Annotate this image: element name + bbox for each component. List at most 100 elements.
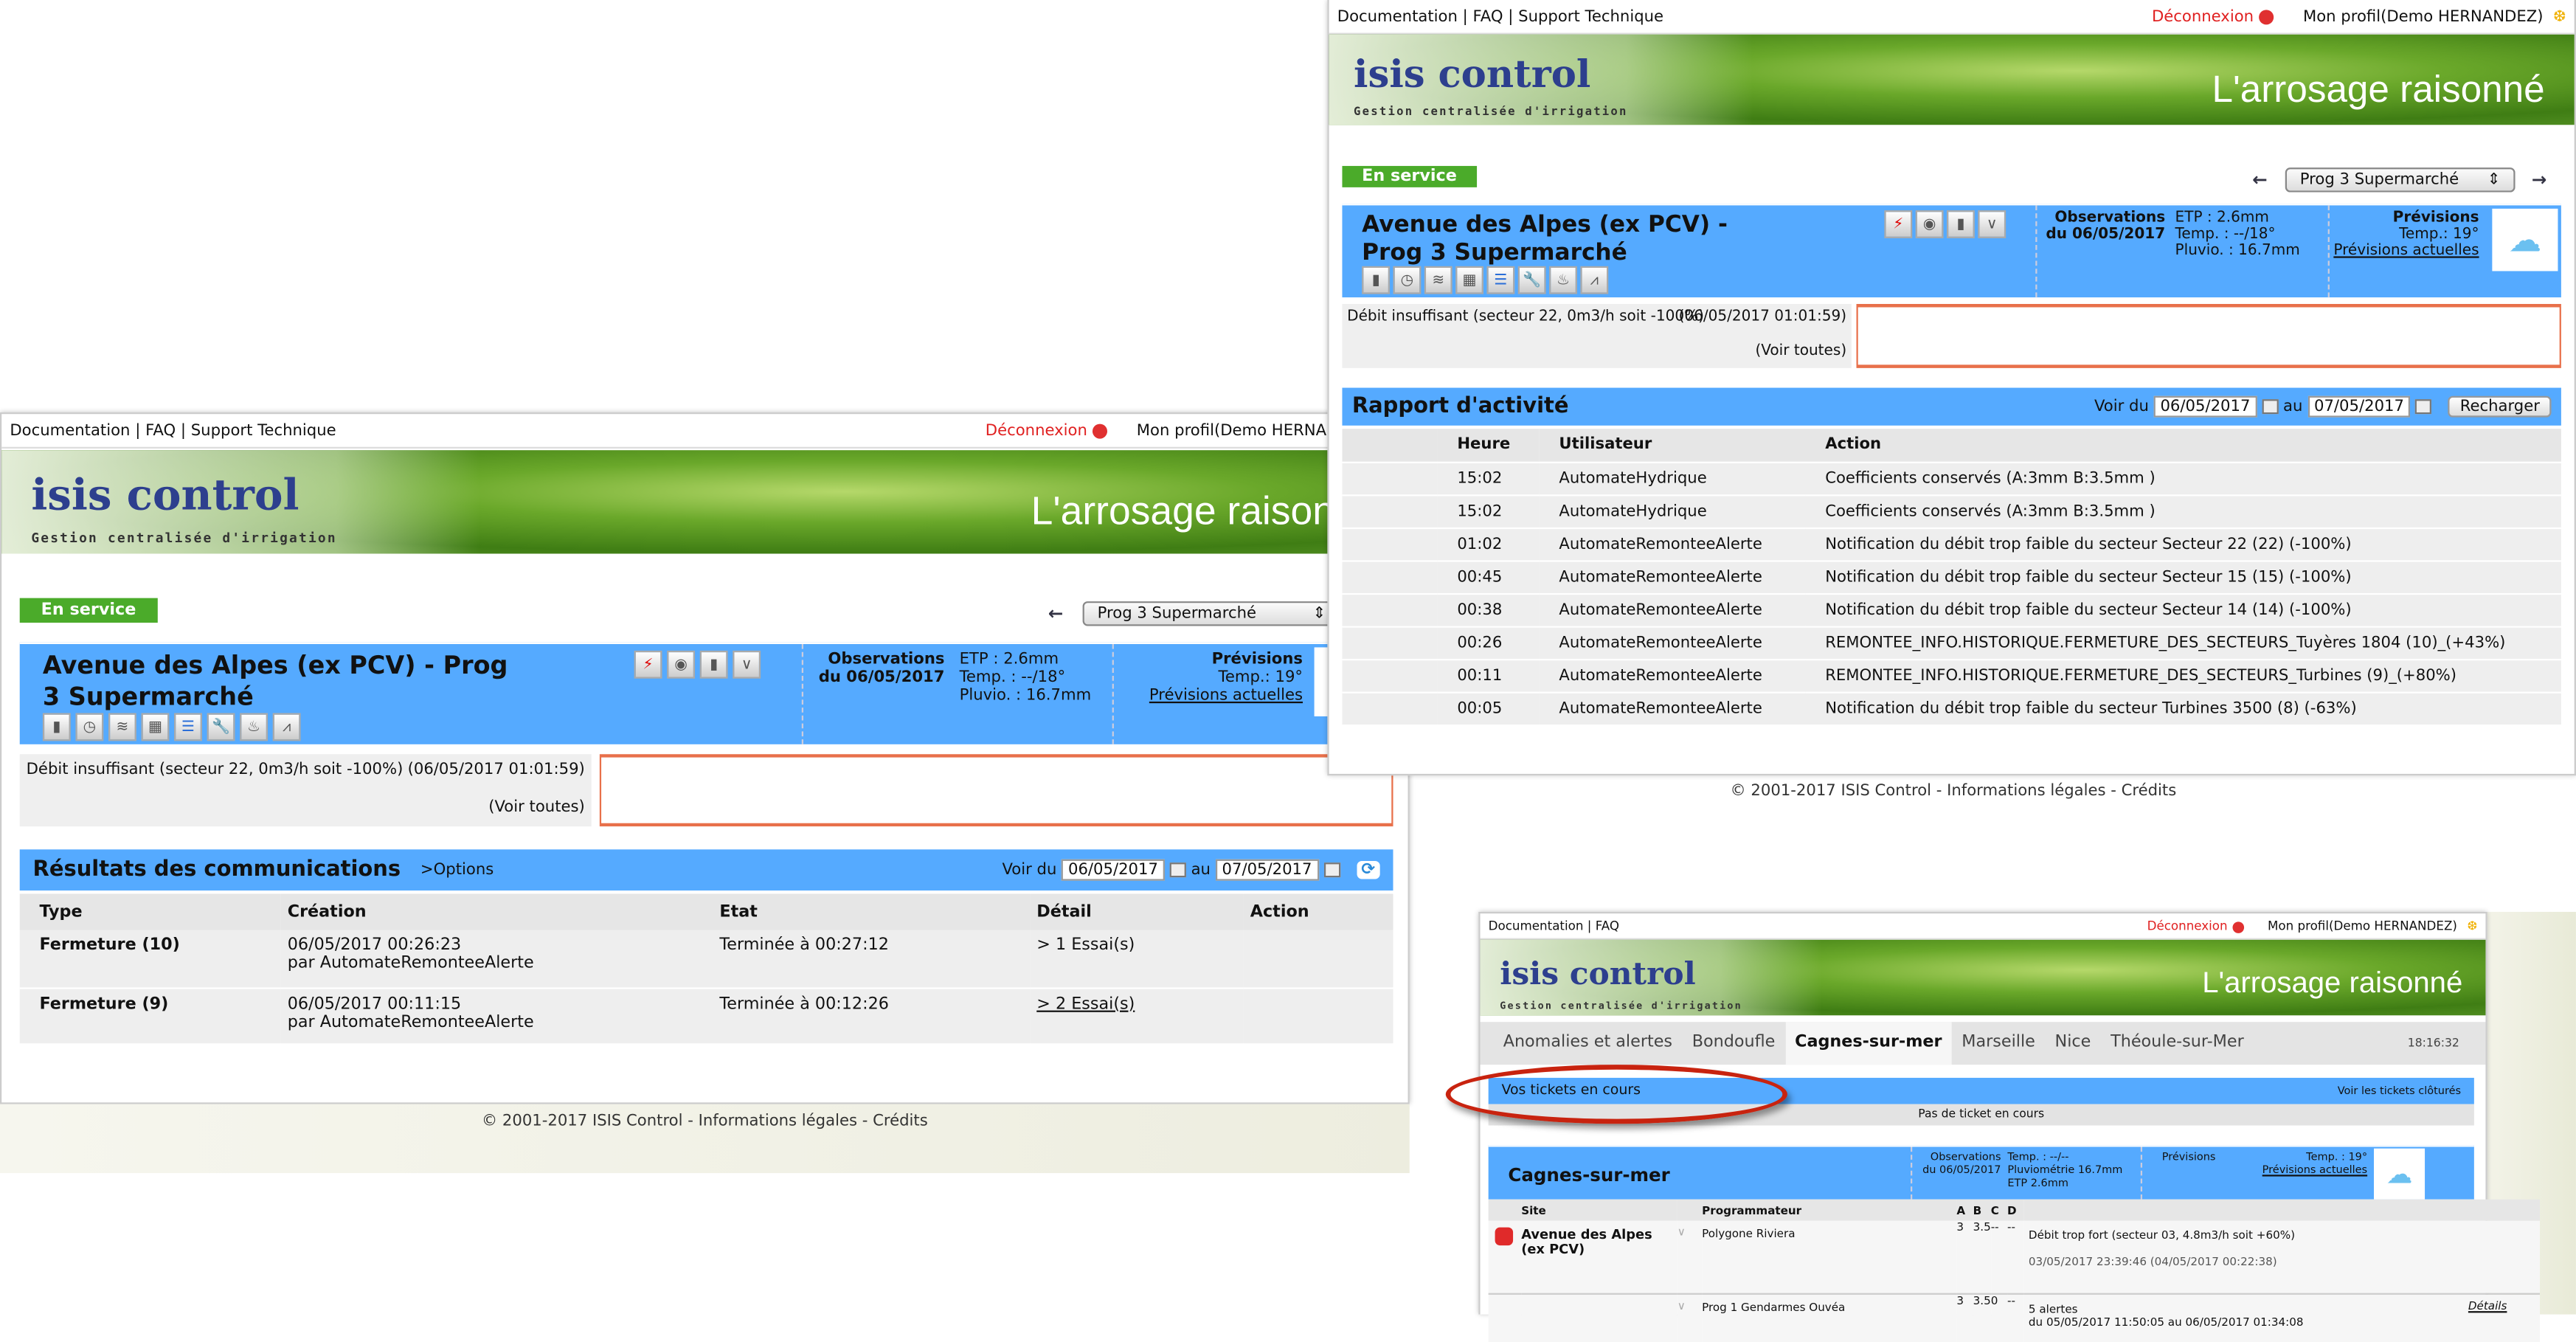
cell-action: Notification du débit trop faible du sec…	[1825, 534, 2352, 553]
date-to-input[interactable]: 07/05/2017	[1215, 859, 1319, 881]
logout-link[interactable]: Déconnexion	[2152, 7, 2274, 26]
documentation-link[interactable]: Documentation	[1337, 7, 1458, 25]
eye-icon[interactable]: ◉	[667, 650, 696, 679]
cell-utilisateur: AutomateRemonteeAlerte	[1559, 567, 1762, 586]
ri-icon[interactable]: ▦	[1455, 266, 1483, 294]
logout-link[interactable]: Déconnexion	[986, 421, 1107, 440]
documentation-link[interactable]: Documentation	[10, 421, 130, 439]
service-status-button[interactable]: En service	[1342, 165, 1477, 187]
faq-link[interactable]: FAQ	[145, 421, 176, 439]
profile-link[interactable]: Mon profil(Demo HERNANDEZ)	[2268, 919, 2457, 933]
tab-cagnes-sur-mer[interactable]: Cagnes-sur-mer	[1784, 1022, 1952, 1065]
logo: isis control Gestion centralisée d'irriga…	[31, 471, 337, 546]
logout-link[interactable]: Déconnexion	[2147, 919, 2244, 933]
forecast-link[interactable]: Prévisions actuelles	[2333, 243, 2479, 260]
refresh-icon[interactable]: ⟳	[1356, 860, 1380, 879]
list-icon[interactable]: ☰	[174, 713, 202, 741]
observations: Observations du 06/05/2017 ETP : 2.6mm Tem…	[801, 643, 1112, 744]
table-row: 00:11 AutomateRemonteeAlerte REMONTEE_INFO…	[1342, 659, 2561, 692]
clock-icon[interactable]: ◷	[1393, 266, 1422, 294]
prev-arrow-icon[interactable]: ←	[2252, 169, 2268, 190]
next-arrow-icon[interactable]: →	[2532, 169, 2547, 190]
programmer-select[interactable]: Prog 3 Supermarché ⇕	[1082, 601, 1341, 626]
remote-unit-icon[interactable]: ▮	[1946, 210, 1975, 238]
programmer-select[interactable]: Prog 3 Supermarché ⇕	[2285, 167, 2516, 193]
table-row: Avenue des Alpes (ex PCV) ∨ Polygone Rivie…	[1488, 1220, 2540, 1293]
profile-link[interactable]: Mon profil(Demo HERNANDEZ)	[2303, 7, 2543, 25]
forecast-link[interactable]: Prévisions actuelles	[1149, 687, 1303, 705]
col-heure: Heure	[1437, 429, 1540, 462]
activity-bar: Rapport d'activité Voir du 06/05/2017 au 0…	[1342, 387, 2561, 426]
col-etat: Etat	[713, 893, 1031, 930]
power-220v-icon[interactable]: ⚡	[634, 650, 662, 679]
chart-icon[interactable]: ⩘	[1580, 266, 1609, 294]
programmer-name[interactable]: Prog 1 Gendarmes Ouvéa	[1702, 1293, 1956, 1342]
wifi-icon[interactable]: ≋	[1424, 266, 1453, 294]
closed-tickets-link[interactable]: Voir les tickets clôturés	[2338, 1085, 2461, 1098]
faq-link[interactable]: FAQ	[1596, 919, 1619, 933]
remote-unit-icon[interactable]: ▮	[699, 650, 728, 679]
attempts-link[interactable]: > 2 Essai(s)	[1036, 995, 1135, 1012]
programmer-name[interactable]: Polygone Riviera	[1702, 1221, 1956, 1293]
list-icon[interactable]: ☰	[1486, 266, 1515, 294]
attempts-link[interactable]: > 1 Essai(s)	[1030, 930, 1244, 987]
tagline: L'arrosage raisonné	[2212, 67, 2545, 111]
separator: |	[180, 421, 186, 440]
site-title: Avenue des Alpes (ex PCV) - Prog 3 Super…	[42, 650, 508, 712]
see-all-alerts-link[interactable]: (Voir toutes)	[488, 798, 585, 816]
table-row: Fermeture (9) 06/05/2017 00:11:15 par Auto…	[19, 987, 1393, 1044]
cell-heure: 15:02	[1457, 468, 1503, 488]
ri-icon[interactable]: ▦	[141, 713, 170, 741]
cell-action: Notification du débit trop faible du sec…	[1825, 600, 2352, 619]
cell-utilisateur: AutomateRemonteeAlerte	[1559, 666, 1762, 685]
tab-marseille[interactable]: Marseille	[1952, 1022, 2045, 1065]
remote-unit-icon[interactable]: ▮	[1362, 266, 1391, 294]
tab-anomalies-et-alertes[interactable]: Anomalies et alertes	[1493, 1022, 1682, 1065]
gprs-icon[interactable]: ∨	[733, 650, 761, 679]
service-status-button[interactable]: En service	[19, 598, 158, 623]
cell-heure: 01:02	[1457, 534, 1503, 553]
flame-icon[interactable]: ♨	[240, 713, 269, 741]
remote-unit-icon[interactable]: ▮	[42, 713, 71, 741]
col-action: Action	[1243, 893, 1393, 930]
gprs-icon[interactable]: ∨	[1978, 210, 2007, 238]
wifi-icon[interactable]: ≋	[108, 713, 136, 741]
calendar-icon[interactable]	[2262, 399, 2279, 415]
options-link[interactable]: >Options	[420, 861, 494, 879]
clock-icon[interactable]: ◷	[75, 713, 104, 741]
weather-cloud-sun-icon: ☁	[2374, 1148, 2426, 1200]
wrench-icon[interactable]: 🔧	[207, 713, 235, 741]
cell-utilisateur: AutomateRemonteeAlerte	[1559, 600, 1762, 619]
site-header: Avenue des Alpes (ex PCV) - Prog 3 Super…	[19, 642, 1393, 744]
cell-action: Coefficients conservés (A:3mm B:3.5mm )	[1825, 502, 2156, 520]
eye-icon[interactable]: ◉	[1915, 210, 1944, 238]
see-all-alerts-link[interactable]: (Voir toutes)	[1755, 343, 1846, 359]
section-title: Rapport d'activité	[1351, 394, 1569, 419]
tab-th-oule-sur-mer[interactable]: Théoule-sur-Mer	[2101, 1022, 2254, 1065]
date-from-input[interactable]: 06/05/2017	[1062, 859, 1165, 881]
power-220v-icon[interactable]: ⚡	[1884, 210, 1913, 238]
details-link[interactable]: Détails	[2468, 1298, 2507, 1312]
support-link[interactable]: Support Technique	[1518, 7, 1663, 25]
walker-icon: ❆	[2552, 7, 2566, 26]
faq-link[interactable]: FAQ	[1473, 7, 1503, 25]
tab-nice[interactable]: Nice	[2045, 1022, 2101, 1065]
wrench-icon[interactable]: 🔧	[1517, 266, 1546, 294]
flame-icon[interactable]: ♨	[1549, 266, 1577, 294]
date-to-input[interactable]: 07/05/2017	[2307, 395, 2411, 418]
tab-bondoufle[interactable]: Bondoufle	[1682, 1022, 1784, 1065]
reload-button[interactable]: Recharger	[2448, 395, 2552, 418]
documentation-link[interactable]: Documentation	[1489, 919, 1584, 933]
support-link[interactable]: Support Technique	[191, 421, 336, 439]
cell-heure: 00:05	[1457, 699, 1503, 718]
cell-utilisateur: AutomateHydrique	[1559, 468, 1707, 488]
calendar-icon[interactable]	[1169, 862, 1186, 878]
cell-utilisateur: AutomateHydrique	[1559, 502, 1707, 520]
chart-icon[interactable]: ⩘	[272, 713, 301, 741]
calendar-icon[interactable]	[2415, 399, 2432, 415]
forecast-link[interactable]: Prévisions actuelles	[2262, 1163, 2367, 1177]
date-from-input[interactable]: 06/05/2017	[2153, 395, 2257, 418]
calendar-icon[interactable]	[1323, 862, 1340, 878]
site-name[interactable]: Avenue des Alpes (ex PCV)	[1521, 1221, 1677, 1293]
prev-arrow-icon[interactable]: ←	[1048, 603, 1064, 624]
